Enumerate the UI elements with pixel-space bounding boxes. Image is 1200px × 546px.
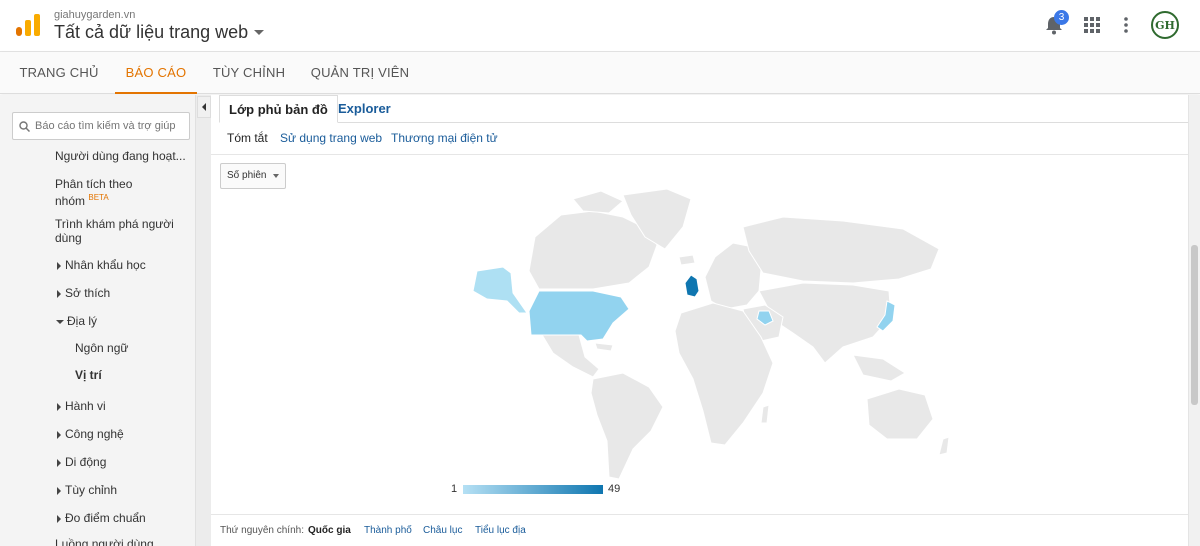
view-tabs: Lớp phủ bản đồ Explorer: [219, 95, 1188, 123]
caret-left-icon: [202, 103, 206, 111]
tab-map-overlay[interactable]: Lớp phủ bản đồ: [219, 95, 338, 123]
sidebar-item-mobile[interactable]: Di động: [57, 455, 106, 469]
primary-dimension-label: Thứ nguyên chính:: [220, 525, 304, 536]
caret-right-icon: [57, 486, 61, 495]
map-region-new-zealand[interactable]: [938, 436, 950, 456]
caret-right-icon: [57, 261, 61, 270]
sidebar-item-geo[interactable]: Địa lý: [56, 314, 97, 328]
main-navigation: TRANG CHỦ BÁO CÁO TÙY CHỈNH QUẢN TRỊ VIÊ…: [0, 52, 1200, 94]
search-input[interactable]: [35, 120, 185, 132]
caret-right-icon: [57, 430, 61, 439]
subtab-site-usage[interactable]: Sử dụng trang web: [280, 131, 382, 145]
dimension-city[interactable]: Thành phố: [364, 525, 412, 536]
report-search[interactable]: [12, 112, 190, 140]
legend-max-value: 49: [608, 483, 621, 495]
metric-selector[interactable]: Số phiên: [220, 163, 286, 189]
tab-customization[interactable]: TÙY CHỈNH: [204, 52, 294, 94]
notification-count-badge: 3: [1054, 10, 1069, 25]
tab-home[interactable]: TRANG CHỦ: [12, 52, 106, 94]
map-region-south-america[interactable]: [590, 372, 664, 480]
view-selector[interactable]: Tất cả dữ liệu trang web: [54, 22, 265, 43]
apps-button[interactable]: [1081, 14, 1103, 36]
tab-explorer[interactable]: Explorer: [329, 95, 400, 123]
sidebar-item-language[interactable]: Ngôn ngữ: [75, 341, 128, 355]
caret-down-icon: [56, 319, 64, 324]
subtab-summary[interactable]: Tóm tắt: [227, 131, 268, 145]
tab-reports[interactable]: BÁO CÁO: [115, 52, 197, 94]
dimension-continent[interactable]: Châu lục: [423, 525, 462, 536]
caret-right-icon: [57, 514, 61, 523]
legend-min-value: 1: [451, 483, 458, 495]
more-options-button[interactable]: [1115, 14, 1137, 36]
avatar-initials: GH: [1155, 18, 1175, 32]
legend-gradient-bar: [463, 485, 603, 494]
map-region-southeast-asia[interactable]: [852, 354, 906, 382]
map-region-united-states[interactable]: [528, 290, 630, 342]
map-region-iceland[interactable]: [678, 254, 696, 266]
account-domain[interactable]: giahuygarden.vn: [54, 9, 135, 21]
metric-selector-value: Số phiên: [227, 170, 267, 181]
sidebar-item-benchmarking[interactable]: Đo điểm chuẩn: [57, 511, 146, 525]
world-map[interactable]: [443, 187, 963, 487]
map-region-alaska[interactable]: [472, 266, 528, 314]
map-region-united-kingdom[interactable]: [684, 274, 700, 298]
sidebar-item-active-users[interactable]: Người dùng đang hoạt...: [55, 149, 185, 163]
caret-right-icon: [57, 458, 61, 467]
collapse-sidebar-button[interactable]: [197, 96, 211, 118]
map-region-caribbean[interactable]: [594, 342, 614, 352]
map-region-madagascar[interactable]: [760, 404, 770, 424]
sidebar-item-users-flow[interactable]: Luồng người dùng: [55, 537, 154, 546]
report-content: Lớp phủ bản đồ Explorer Tóm tắt Sử dụng …: [211, 95, 1188, 546]
top-header: giahuygarden.vn Tất cả dữ liệu trang web…: [0, 0, 1200, 52]
sidebar-item-demographics[interactable]: Nhân khẩu học: [57, 258, 146, 272]
tab-admin[interactable]: QUẢN TRỊ VIÊN: [304, 52, 416, 94]
map-region-australia[interactable]: [866, 388, 934, 440]
sidebar-item-behavior[interactable]: Hành vi: [57, 399, 106, 413]
sidebar-item-interests[interactable]: Sở thích: [57, 286, 110, 300]
caret-right-icon: [57, 402, 61, 411]
scrollbar-thumb[interactable]: [1191, 245, 1198, 405]
sidebar-item-location[interactable]: Vị trí: [75, 368, 102, 382]
analytics-logo-icon[interactable]: [16, 14, 40, 36]
search-icon: [19, 120, 30, 132]
chevron-down-icon: [273, 174, 279, 178]
sidebar-item-technology[interactable]: Công nghệ: [57, 427, 124, 441]
report-sidebar: Người dùng đang hoạt... Phân tích theo n…: [0, 95, 196, 546]
divider: [211, 154, 1188, 155]
primary-dimension-bar: Thứ nguyên chính: Quốc gia Thành phố Châ…: [211, 514, 1188, 546]
sidebar-item-cohort-analysis[interactable]: Phân tích theo nhóm BETA: [55, 177, 145, 208]
apps-grid-icon: [1084, 17, 1100, 33]
sidebar-gutter: [196, 95, 211, 546]
account-avatar[interactable]: GH: [1151, 11, 1179, 39]
dimension-subcontinent[interactable]: Tiểu lục địa: [475, 525, 526, 536]
beta-badge: BETA: [88, 193, 109, 202]
sidebar-item-custom[interactable]: Tùy chỉnh: [57, 483, 117, 497]
sidebar-item-user-explorer[interactable]: Trình khám phá người dùng: [55, 217, 181, 245]
view-name: Tất cả dữ liệu trang web: [54, 22, 249, 42]
dimension-country[interactable]: Quốc gia: [308, 525, 351, 536]
caret-right-icon: [57, 289, 61, 298]
map-region-russia[interactable]: [742, 216, 940, 284]
map-region-arctic-islands[interactable]: [572, 190, 624, 214]
more-vertical-icon: [1124, 17, 1128, 33]
subtab-ecommerce[interactable]: Thương mại điện tử: [391, 131, 498, 145]
page-scrollbar[interactable]: [1188, 95, 1200, 546]
chevron-down-icon: [254, 30, 265, 35]
